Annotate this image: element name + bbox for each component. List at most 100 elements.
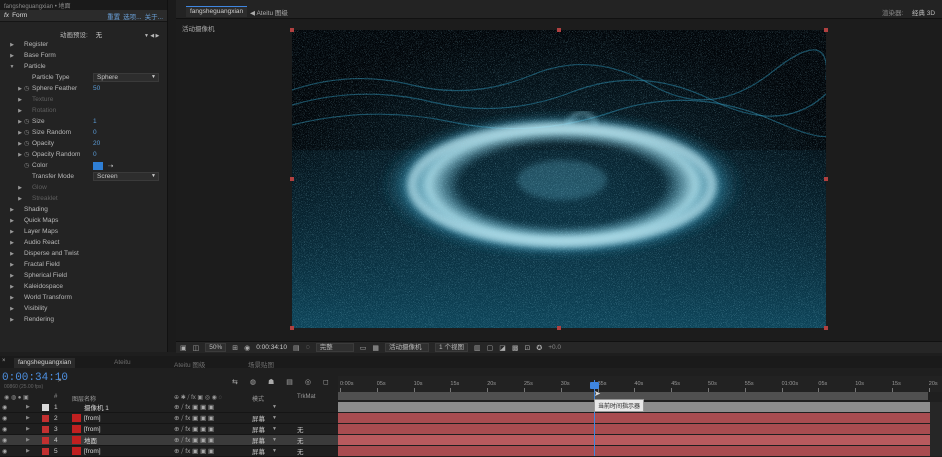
disclosure-triangle-icon[interactable]: ▶: [8, 240, 16, 246]
effect-property-dropdown[interactable]: Sphere ▼: [93, 73, 159, 82]
layer-switches[interactable]: ⊕ ⧸ fx ▣ ▣ ▣: [174, 414, 214, 423]
layer-row[interactable]: ◉ ▶ 3 [from] ⊕ ⧸ fx ▣ ▣ ▣ 屏幕 ▼ 无: [0, 424, 338, 435]
chevron-down-icon[interactable]: ▼: [272, 415, 277, 421]
effect-property-row[interactable]: ▶ Spherical Field: [0, 270, 166, 281]
transform-handle[interactable]: [290, 177, 294, 181]
resolution-select[interactable]: 完整: [315, 343, 354, 352]
disclosure-triangle-icon[interactable]: ▶: [16, 141, 24, 147]
effect-property-row[interactable]: ▶ Kaleidospace: [0, 281, 166, 292]
disclosure-triangle-icon[interactable]: ▶: [16, 108, 24, 114]
layer-switches[interactable]: ⊕ ⧸ fx ▣ ▣ ▣: [174, 447, 214, 456]
layer-name[interactable]: [from]: [84, 448, 101, 455]
visibility-eye-icon[interactable]: ◉: [2, 415, 7, 422]
shy-icon[interactable]: ☗: [268, 378, 274, 386]
disclosure-triangle-icon[interactable]: ▶: [8, 42, 16, 48]
time-ruler[interactable]: 0:00s 05s 10s 15s 20s 25s 30s 35s 40s 45s 50s 55s 01…: [338, 376, 942, 392]
timeline-tab-1[interactable]: fangsheguangxian: [14, 358, 76, 368]
pixel-aspect-icon[interactable]: ▢: [487, 344, 494, 352]
visibility-eye-icon[interactable]: ◉: [2, 404, 7, 411]
transparency-grid-icon[interactable]: ▦: [372, 344, 379, 352]
layer-duration-bar[interactable]: [338, 424, 930, 434]
disclosure-triangle-icon[interactable]: ▶: [16, 97, 24, 103]
disclosure-triangle-icon[interactable]: ▶: [8, 284, 16, 290]
visibility-eye-icon[interactable]: ◉: [2, 426, 7, 433]
current-time-indicator[interactable]: [590, 382, 599, 389]
camera-select[interactable]: 活动摄像机: [385, 343, 430, 352]
chevron-down-icon[interactable]: ▼: [272, 404, 277, 410]
close-icon[interactable]: ×: [2, 358, 6, 364]
effect-property-row[interactable]: ▶ Glow: [0, 182, 166, 193]
color-swatch[interactable]: [93, 161, 103, 170]
layer-name[interactable]: [from]: [84, 426, 101, 433]
layer-switches[interactable]: ⊕ ⧸ fx ▣ ▣ ▣: [174, 436, 214, 445]
effect-property-row[interactable]: ▶ ◷ Opacity 20: [0, 138, 166, 149]
layer-label-color[interactable]: [42, 403, 49, 411]
transform-handle[interactable]: [290, 28, 294, 32]
frame-blending-icon[interactable]: ▤: [286, 378, 293, 386]
disclosure-triangle-icon[interactable]: ▶: [16, 86, 24, 92]
motion-blur-icon[interactable]: ◎: [305, 378, 311, 386]
timeline-tab-3[interactable]: Ateitu 图级: [170, 358, 209, 369]
disclosure-triangle-icon[interactable]: ▶: [16, 196, 24, 202]
renderer-value[interactable]: 经典 3D: [908, 6, 939, 17]
layer-track-matte[interactable]: 无: [297, 446, 304, 456]
layer-label-color[interactable]: [42, 425, 49, 433]
effect-property-row[interactable]: ▶ ◷ Sphere Feather 50: [0, 83, 166, 94]
disclosure-triangle-icon[interactable]: ▶: [8, 218, 16, 224]
effect-property-row[interactable]: ◷ Color ⇢: [0, 160, 166, 171]
expand-layer-icon[interactable]: ▶: [26, 437, 30, 443]
transform-handle[interactable]: [824, 326, 828, 330]
disclosure-triangle-icon[interactable]: ▶: [8, 251, 16, 257]
effect-property-row[interactable]: ▶ Layer Maps: [0, 226, 166, 237]
transform-handle[interactable]: [557, 326, 561, 330]
effect-property-row[interactable]: ▶ Streaklet: [0, 193, 166, 204]
timeline-icon[interactable]: ▩: [512, 344, 519, 352]
disclosure-triangle-icon[interactable]: ▶: [8, 306, 16, 312]
mask-icon[interactable]: ◫: [193, 344, 200, 352]
stopwatch-icon[interactable]: ◷: [24, 129, 32, 136]
layer-label-color[interactable]: [42, 414, 49, 422]
effect-property-row[interactable]: ▶ Visibility: [0, 303, 166, 314]
flowchart-icon[interactable]: ⊡: [524, 344, 530, 352]
layer-blend-mode[interactable]: 屏幕: [252, 413, 265, 423]
effect-property-row[interactable]: ▶ Quick Maps: [0, 215, 166, 226]
effect-property-dropdown[interactable]: Screen ▼: [93, 172, 159, 181]
effect-property-value[interactable]: 50: [93, 85, 100, 92]
disclosure-triangle-icon[interactable]: ▶: [8, 317, 16, 323]
disclosure-triangle-icon[interactable]: ▶: [16, 130, 24, 136]
effect-property-value[interactable]: 0: [93, 129, 97, 136]
expand-layer-icon[interactable]: ▶: [26, 415, 30, 421]
transform-handle[interactable]: [557, 28, 561, 32]
effect-property-row[interactable]: ▼ Particle: [0, 61, 166, 72]
disclosure-triangle-icon[interactable]: ▶: [8, 53, 16, 59]
effect-property-row[interactable]: ▶ Base Form: [0, 50, 166, 61]
about-link[interactable]: 关于...: [145, 11, 163, 21]
camera-icon[interactable]: ▤: [293, 344, 300, 352]
visibility-eye-icon[interactable]: ◉: [2, 448, 7, 455]
viewer-tab-active[interactable]: fangsheguangxian: [186, 6, 248, 17]
graph-editor-icon[interactable]: ◻: [323, 378, 329, 386]
expand-layer-icon[interactable]: ▶: [26, 426, 30, 432]
panel-divider[interactable]: [168, 0, 176, 352]
layer-duration-bar[interactable]: [338, 435, 930, 445]
layer-track-matte[interactable]: 无: [297, 424, 304, 434]
transform-handle[interactable]: [824, 177, 828, 181]
layer-name[interactable]: 地面: [84, 435, 97, 445]
layer-track-matte[interactable]: 无: [297, 435, 304, 445]
stopwatch-icon[interactable]: ◷: [24, 140, 32, 147]
stopwatch-icon[interactable]: ◷: [24, 118, 32, 125]
effect-property-row[interactable]: ▶ Disperse and Twist: [0, 248, 166, 259]
disclosure-triangle-icon[interactable]: ▼: [8, 64, 16, 70]
effect-property-row[interactable]: ▶ World Transform: [0, 292, 166, 303]
effect-property-row[interactable]: ▶ Shading: [0, 204, 166, 215]
search-icon[interactable]: ⌕: [58, 377, 62, 385]
effect-property-row[interactable]: ▶ Audio React: [0, 237, 166, 248]
effect-property-row[interactable]: ▶ ◷ Size Random 0: [0, 127, 166, 138]
effect-property-row[interactable]: ▶ Fractal Field: [0, 259, 166, 270]
stopwatch-icon[interactable]: ◷: [24, 151, 32, 158]
show-channel-icon[interactable]: ◌: [306, 344, 310, 351]
disclosure-triangle-icon[interactable]: ▶: [8, 207, 16, 213]
layer-blend-mode[interactable]: 屏幕: [252, 435, 265, 445]
layer-label-color[interactable]: [42, 447, 49, 455]
timeline-scrollbar[interactable]: [930, 402, 942, 456]
